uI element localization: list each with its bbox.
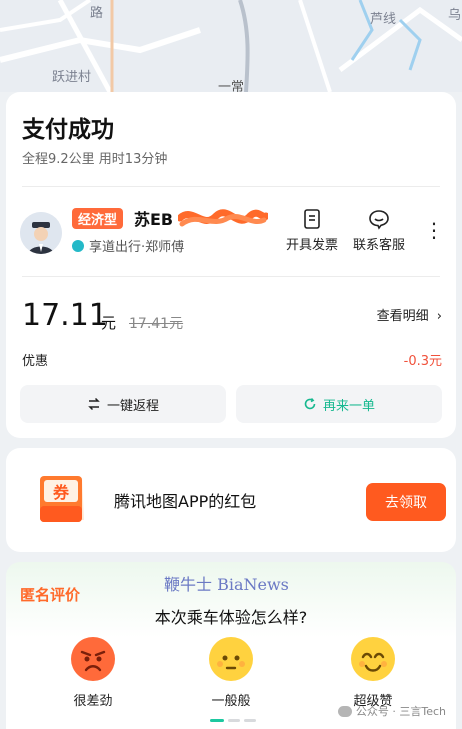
page-dot (228, 719, 240, 722)
wechat-logo-icon (337, 705, 352, 717)
price-unit: 元 (101, 314, 117, 332)
swap-arrows-icon (88, 397, 100, 411)
provider-driver-name: 享道出行·郑师傅 (89, 240, 185, 255)
invoice-icon (304, 209, 320, 229)
chevron-right-icon: › (436, 309, 442, 324)
customer-service-label: 联系客服 (352, 238, 405, 253)
divider (22, 276, 440, 277)
wechat-watermark-text: 公众号 · 三言Tech (355, 705, 446, 718)
trip-distance-duration: 全程9.2公里 用时13分钟 (22, 152, 168, 167)
map-label-road: 一常 (218, 80, 245, 92)
car-type-badge: 经济型 (72, 208, 124, 229)
pagination-dots (210, 719, 256, 722)
payment-success-title: 支付成功 (22, 117, 114, 143)
bianews-watermark: 鞭牛士 BiaNews (164, 575, 289, 594)
divider (22, 186, 440, 187)
license-plate: 苏EB (134, 210, 174, 229)
map-background[interactable]: 跃进村 一常 路 芦线 乌 (0, 0, 462, 92)
return-trip-button[interactable]: 一键返程 (20, 385, 226, 423)
coupon-icon-text: 券 (52, 483, 70, 502)
discount-label: 优惠 (22, 354, 49, 369)
paid-amount: 17.11 (22, 298, 108, 333)
rating-option-bad[interactable]: 很差劲 (48, 636, 138, 709)
anonymous-rating-badge: 匿名评价 (20, 586, 81, 604)
customer-service-button[interactable]: 联系客服 (347, 208, 411, 253)
claim-button[interactable]: 去领取 (366, 483, 446, 521)
provider-logo-icon (72, 239, 84, 252)
invoice-button[interactable]: 开具发票 (280, 208, 344, 253)
page-dot-active (210, 719, 224, 722)
invoice-label: 开具发票 (285, 238, 338, 253)
more-options-icon[interactable]: ⋮ (424, 220, 444, 240)
refresh-icon (304, 397, 316, 410)
provider-info: 享道出行·郑师傅 (72, 236, 184, 255)
order-again-label: 再来一单 (322, 398, 375, 414)
view-details-label: 查看明细 (376, 309, 429, 324)
neutral-face-icon (209, 637, 253, 681)
rating-option-neutral-label: 一般般 (211, 694, 251, 709)
original-price: 17.41元 (129, 316, 184, 332)
view-details-link[interactable]: 查看明细 › (377, 305, 442, 324)
promo-text: 腾讯地图APP的红包 (114, 492, 257, 511)
rating-question: 本次乘车体验怎么样? (154, 608, 308, 627)
map-label-lu: 路 (90, 6, 104, 21)
map-label-line: 芦线 (370, 12, 397, 27)
rating-card: 匿名评价 鞭牛士 BiaNews 本次乘车体验怎么样? 很差劲 一般般 超级赞 … (6, 562, 456, 729)
angry-face-icon (71, 637, 115, 681)
chat-bubble-icon (369, 210, 389, 230)
happy-face-icon (351, 637, 395, 681)
coupon-icon: 券 (40, 476, 84, 522)
discount-value: -0.3元 (403, 354, 442, 369)
driver-avatar (20, 212, 62, 254)
return-trip-label: 一键返程 (106, 398, 159, 414)
page-dot (244, 719, 256, 722)
red-envelope-card: 券 腾讯地图APP的红包 去领取 (6, 448, 456, 552)
trip-summary-card: 支付成功 全程9.2公里 用时13分钟 经济型 苏EB 享道出行·郑师傅 开具发… (6, 92, 456, 438)
plate-redaction-scribble (178, 209, 268, 227)
map-label-wu: 乌 (448, 8, 462, 23)
order-again-button[interactable]: 再来一单 (236, 385, 442, 423)
rating-option-great[interactable]: 超级赞 (328, 636, 418, 709)
map-label-village: 跃进村 (52, 70, 92, 85)
rating-option-bad-label: 很差劲 (73, 694, 113, 709)
wechat-watermark: 公众号 · 三言Tech (337, 703, 446, 719)
rating-option-neutral[interactable]: 一般般 (186, 636, 276, 709)
